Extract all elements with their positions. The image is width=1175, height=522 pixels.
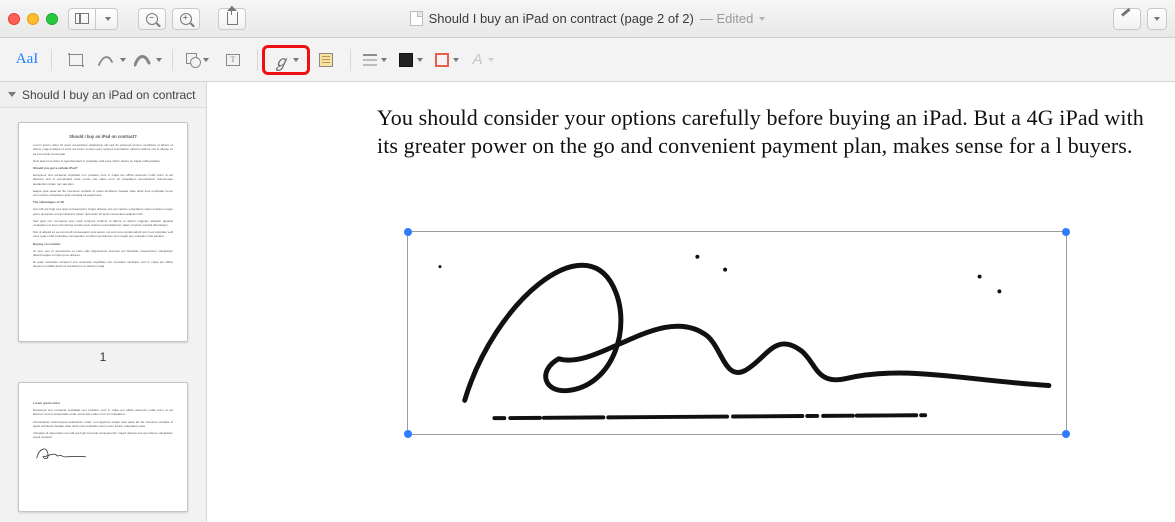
chevron-down-icon [488, 58, 494, 62]
chevron-down-icon [156, 58, 162, 62]
chevron-down-icon [293, 58, 299, 62]
sketch-icon [98, 52, 116, 68]
draw-button[interactable] [130, 47, 166, 73]
sidebar-title: Should I buy an iPad on contract [22, 88, 195, 102]
chevron-down-icon [120, 58, 126, 62]
resize-handle-tl[interactable] [404, 228, 412, 236]
note-button[interactable] [308, 47, 344, 73]
sidebar-header[interactable]: Should I buy an iPad on contract [0, 82, 206, 108]
chevron-down-icon [417, 58, 423, 62]
resize-handle-bl[interactable] [404, 430, 412, 438]
text-style-label: AaI [16, 51, 39, 68]
signature-thumbnail-preview [33, 442, 88, 464]
window-controls [8, 13, 58, 25]
zoom-in-icon: + [180, 13, 192, 25]
border-style-button[interactable] [357, 47, 393, 73]
resize-handle-br[interactable] [1062, 430, 1070, 438]
shapes-button[interactable] [179, 47, 215, 73]
chevron-down-icon [203, 58, 209, 62]
thumbnail-list: Should I buy an iPad on contract? Lorem … [0, 108, 206, 522]
toolbar-separator [51, 49, 52, 71]
markup-toolbar: AaI T ℊ [0, 38, 1175, 82]
sidebar-icon [75, 13, 89, 24]
shapes-icon [186, 53, 199, 66]
disclosure-triangle-icon [8, 92, 16, 97]
document-icon [410, 11, 423, 26]
page-number-label: 1 [100, 350, 107, 364]
font-style-button[interactable]: A [465, 47, 501, 73]
markup-toggle-button[interactable] [1113, 8, 1141, 30]
signature-annotation-box[interactable] [407, 231, 1067, 435]
signature-drawing [408, 232, 1066, 434]
signature-button[interactable]: ℊ [264, 47, 308, 73]
window-edited-status: — Edited [700, 11, 753, 26]
chevron-down-icon [453, 58, 459, 62]
window-titlebar: − + Should I buy an iPad on contract (pa… [0, 0, 1175, 38]
fullscreen-window-button[interactable] [46, 13, 58, 25]
signature-icon: ℊ [273, 48, 289, 72]
rect-select-button[interactable] [58, 47, 94, 73]
zoom-out-icon: − [146, 13, 158, 25]
note-icon [319, 53, 333, 67]
fill-color-button[interactable] [393, 47, 429, 73]
text-box-icon: T [226, 54, 240, 66]
document-canvas[interactable]: You should consider your options careful… [207, 82, 1175, 522]
chevron-down-icon [105, 17, 111, 21]
content-area: Should I buy an iPad on contract Should … [0, 82, 1175, 522]
rect-select-icon [69, 54, 83, 66]
share-button[interactable] [218, 8, 246, 30]
draw-icon [134, 52, 152, 68]
chevron-down-icon [1154, 17, 1160, 21]
page-thumbnail[interactable]: Should I buy an iPad on contract? Lorem … [18, 122, 188, 342]
font-style-label: A [472, 51, 483, 68]
title-dropdown-icon [759, 17, 765, 21]
share-icon [227, 12, 238, 25]
toolbar-more-button[interactable] [1147, 8, 1167, 30]
resize-handle-tr[interactable] [1062, 228, 1070, 236]
close-window-button[interactable] [8, 13, 20, 25]
stroke-color-swatch [435, 53, 449, 67]
zoom-in-button[interactable]: + [172, 8, 200, 30]
stroke-color-button[interactable] [429, 47, 465, 73]
sidebar-toggle-button[interactable] [68, 8, 118, 30]
zoom-out-button[interactable]: − [138, 8, 166, 30]
window-title-text: Should I buy an iPad on contract (page 2… [429, 11, 694, 26]
minimize-window-button[interactable] [27, 13, 39, 25]
sketch-button[interactable] [94, 47, 130, 73]
border-style-icon [363, 54, 377, 66]
chevron-down-icon [381, 58, 387, 62]
toolbar-separator [172, 49, 173, 71]
text-box-button[interactable]: T [215, 47, 251, 73]
document-body-text: You should consider your options careful… [377, 104, 1163, 160]
toolbar-separator [350, 49, 351, 71]
fill-color-swatch [399, 53, 413, 67]
text-style-button[interactable]: AaI [9, 47, 45, 73]
thumbnail-sidebar: Should I buy an iPad on contract Should … [0, 82, 207, 522]
pencil-icon [1120, 12, 1134, 26]
toolbar-separator [257, 49, 258, 71]
page-thumbnail[interactable]: Lorem ipsum dolor Excepteur sint occaeca… [18, 382, 188, 512]
